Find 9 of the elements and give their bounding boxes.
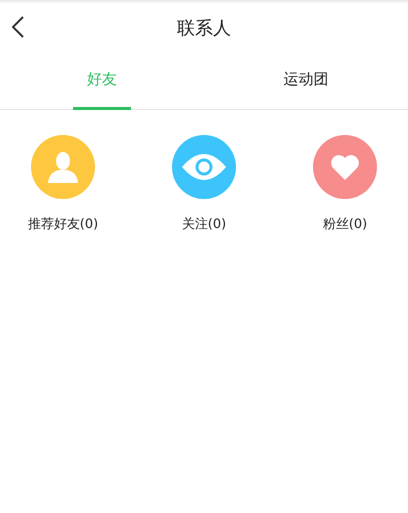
chevron-left-icon bbox=[12, 16, 24, 38]
category-label: 推荐好友(0) bbox=[28, 216, 98, 234]
category-label: 粉丝(0) bbox=[322, 216, 368, 234]
heart-icon bbox=[331, 154, 359, 180]
tab[interactable]: 运动团 bbox=[277, 52, 335, 110]
category-label: 关注(0) bbox=[182, 216, 226, 234]
person-icon bbox=[48, 151, 78, 183]
eye-icon bbox=[182, 154, 226, 180]
page-title: 联系人 bbox=[177, 16, 231, 40]
